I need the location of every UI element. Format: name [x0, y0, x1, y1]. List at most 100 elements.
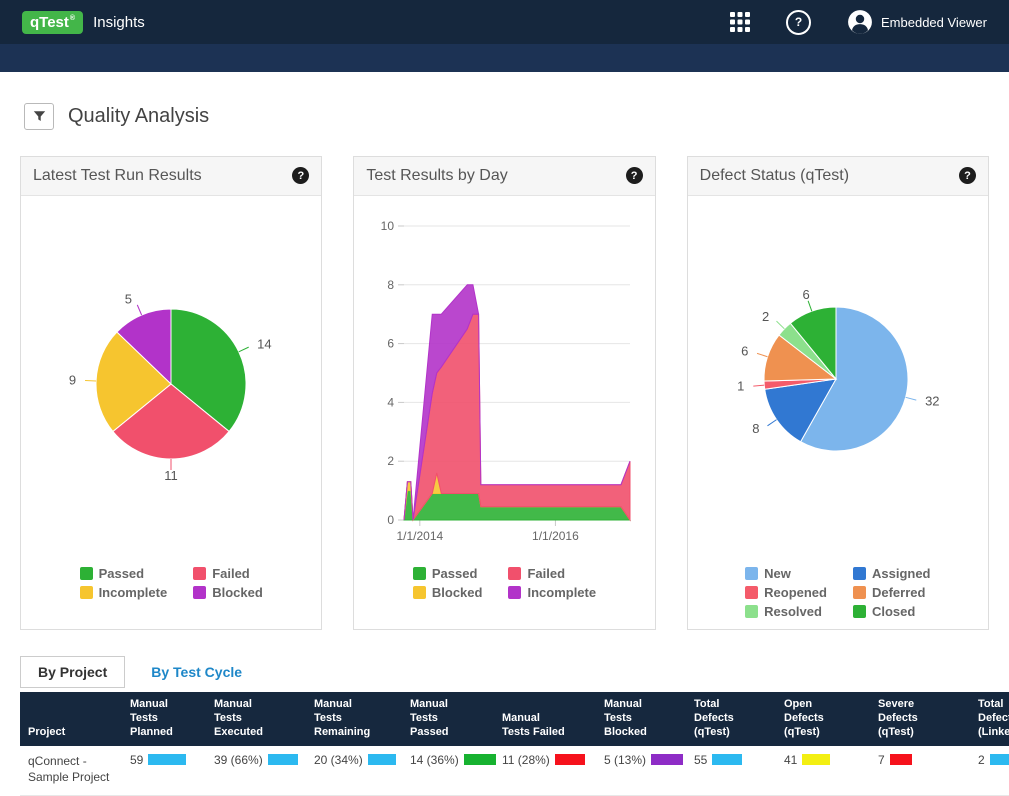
legend-swatch — [745, 567, 758, 580]
legend-label: Failed — [527, 566, 565, 581]
legend-label: Passed — [432, 566, 478, 581]
user-name: Embedded Viewer — [881, 15, 987, 30]
legend-item-blocked[interactable]: Blocked — [413, 585, 483, 600]
legend-swatch — [745, 586, 758, 599]
project-name-cell: qConnect - Sample Project — [20, 746, 122, 796]
metric-cell: 20 (34%) — [306, 746, 402, 796]
legend-item-failed[interactable]: Failed — [508, 566, 565, 581]
pie-label-connector — [905, 397, 916, 400]
tab-by-test-cycle[interactable]: By Test Cycle — [151, 664, 242, 680]
apps-grid-icon[interactable] — [730, 12, 750, 32]
metric-bar — [651, 754, 683, 765]
legend-swatch — [853, 605, 866, 618]
legend-swatch — [745, 605, 758, 618]
legend-label: Passed — [99, 566, 145, 581]
metric-bar — [464, 754, 496, 765]
metric-value: 11 (28%) — [502, 753, 550, 767]
funnel-icon — [33, 110, 46, 123]
metric-cell: 55 — [686, 746, 776, 796]
y-axis-label: 8 — [388, 278, 395, 292]
column-header: Manual Tests Passed — [402, 692, 494, 746]
pie-value-label: 5 — [125, 291, 132, 306]
pie-value-label: 1 — [737, 378, 744, 393]
secondary-navbar — [0, 44, 1009, 72]
y-axis-label: 4 — [388, 395, 395, 409]
project-metrics-table: ProjectManual Tests PlannedManual Tests … — [20, 692, 1009, 796]
metric-bar — [802, 754, 830, 765]
pie-label-connector — [753, 385, 764, 386]
pie-label-connector — [767, 419, 776, 425]
metric-cell: 59 — [122, 746, 206, 796]
metric-value: 2 — [978, 753, 985, 767]
legend-item-failed[interactable]: Failed — [193, 566, 250, 581]
chart-cards-row: Latest Test Run Results ? 141195 PassedF… — [20, 156, 989, 630]
area-chart-test-results-by-day: 02468101/1/20141/1/2016 — [354, 196, 654, 552]
legend-item-incomplete[interactable]: Incomplete — [508, 585, 596, 600]
legend-label: Failed — [212, 566, 250, 581]
card-title: Latest Test Run Results — [33, 167, 202, 185]
legend-swatch — [193, 586, 206, 599]
metric-value: 20 (34%) — [314, 753, 363, 767]
card-help-icon[interactable]: ? — [959, 167, 976, 184]
legend-item-blocked[interactable]: Blocked — [193, 585, 263, 600]
column-header: Severe Defects (qTest) — [870, 692, 970, 746]
pie-value-label: 14 — [257, 336, 271, 351]
user-menu[interactable]: Embedded Viewer — [847, 9, 987, 35]
avatar-icon — [847, 9, 873, 35]
legend-label: New — [764, 566, 791, 581]
column-header: Project — [20, 692, 122, 746]
legend-swatch — [80, 586, 93, 599]
legend-swatch — [508, 567, 521, 580]
column-header: Manual Tests Planned — [122, 692, 206, 746]
legend-item-passed[interactable]: Passed — [413, 566, 478, 581]
filter-button[interactable] — [24, 103, 54, 130]
metric-value: 59 — [130, 753, 143, 767]
legend-item-new[interactable]: New — [745, 566, 791, 581]
legend-swatch — [80, 567, 93, 580]
y-axis-label: 2 — [388, 454, 395, 468]
metric-bar — [555, 754, 585, 765]
pie-value-label: 32 — [925, 393, 939, 408]
tab-by-project[interactable]: By Project — [20, 656, 125, 688]
column-header: Total Defects (qTest) — [686, 692, 776, 746]
product-name: Insights — [93, 14, 145, 31]
legend-label: Blocked — [432, 585, 483, 600]
column-header: Manual Tests Executed — [206, 692, 306, 746]
card-defect-status-qtest: Defect Status (qTest) ? 3281626 NewAssig… — [687, 156, 989, 630]
pie-label-connector — [137, 305, 141, 315]
legend-label: Assigned — [872, 566, 931, 581]
legend-label: Closed — [872, 604, 915, 619]
legend-item-assigned[interactable]: Assigned — [853, 566, 931, 581]
nav-help-icon[interactable]: ? — [786, 10, 811, 35]
legend-item-closed[interactable]: Closed — [853, 604, 915, 619]
legend-swatch — [193, 567, 206, 580]
x-axis-label: 1/1/2014 — [397, 529, 444, 543]
legend-swatch — [508, 586, 521, 599]
column-header: Manual Tests Failed — [494, 692, 596, 746]
metric-cell: 39 (66%) — [206, 746, 306, 796]
navbar-actions: ? Embedded Viewer — [730, 9, 987, 35]
metric-bar — [268, 754, 298, 765]
card-help-icon[interactable]: ? — [292, 167, 309, 184]
qtest-logo[interactable]: qTest® — [22, 11, 83, 34]
legend-item-deferred[interactable]: Deferred — [853, 585, 925, 600]
card-help-icon[interactable]: ? — [626, 167, 643, 184]
legend-item-reopened[interactable]: Reopened — [745, 585, 827, 600]
qtest-logo-text: qTest — [30, 15, 69, 30]
legend-item-incomplete[interactable]: Incomplete — [80, 585, 168, 600]
column-header: Manual Tests Remaining — [306, 692, 402, 746]
table-header-row: ProjectManual Tests PlannedManual Tests … — [20, 692, 1009, 746]
metric-bar — [368, 754, 396, 765]
legend-item-passed[interactable]: Passed — [80, 566, 145, 581]
pie-value-label: 6 — [802, 287, 809, 302]
column-header: Total Defects (Linked) — [970, 692, 1009, 746]
pie-value-label: 6 — [741, 343, 748, 358]
pie-chart-defect-status: 3281626 — [688, 196, 988, 552]
legend-label: Deferred — [872, 585, 925, 600]
card-title: Test Results by Day — [366, 167, 507, 185]
legend-item-resolved[interactable]: Resolved — [745, 604, 822, 619]
legend-label: Incomplete — [99, 585, 168, 600]
metric-bar — [712, 754, 742, 765]
legend-swatch — [413, 586, 426, 599]
legend-label: Incomplete — [527, 585, 596, 600]
